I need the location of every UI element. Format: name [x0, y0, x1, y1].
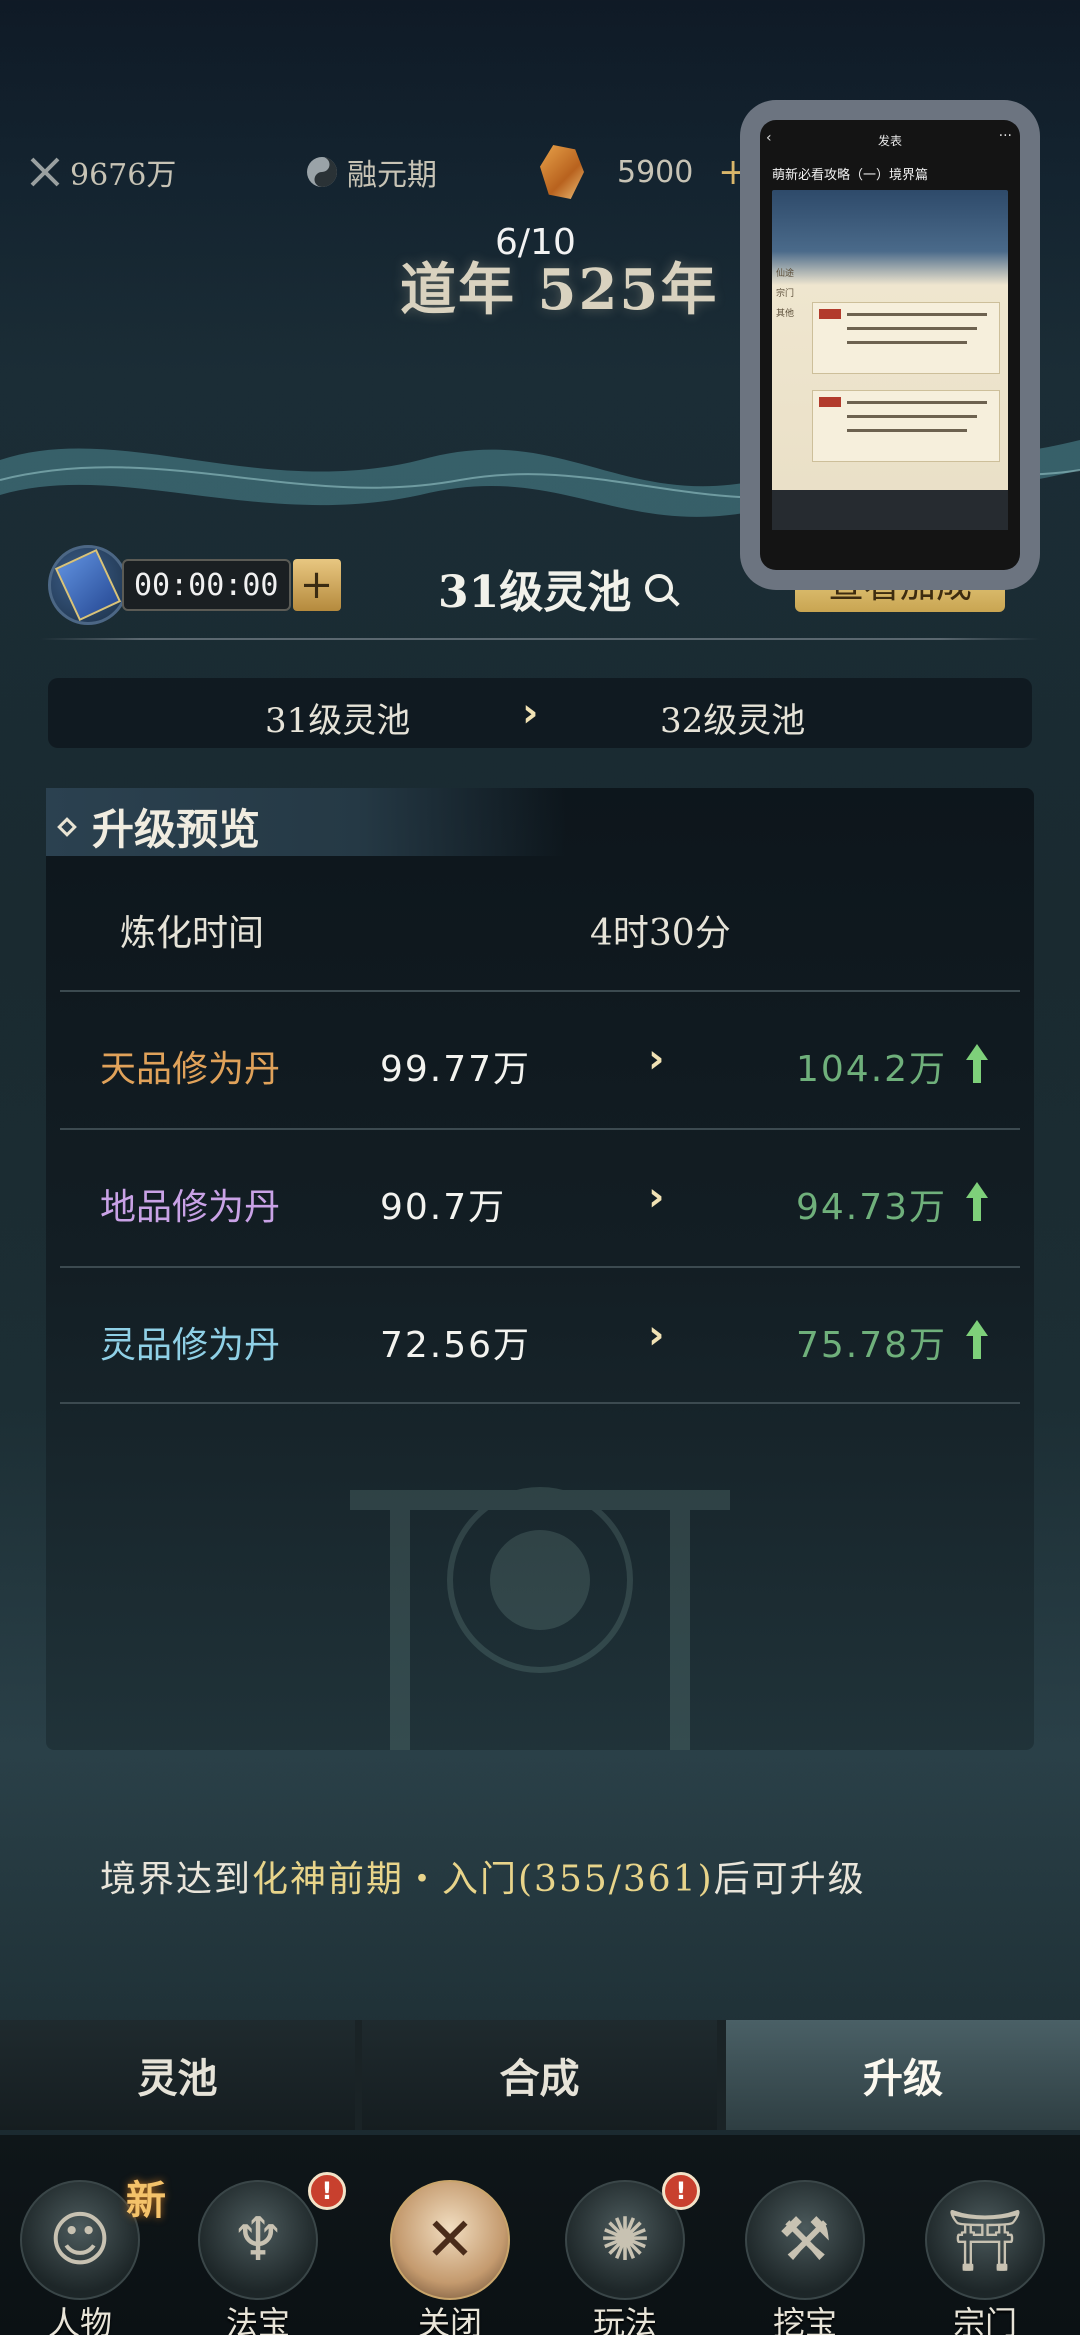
tab-upgrade[interactable]: 升级 [726, 2020, 1080, 2130]
nav-close[interactable]: ✕ 关闭 [375, 2180, 525, 2335]
add-time-button[interactable]: + [292, 559, 341, 611]
row-divider [60, 1266, 1020, 1268]
nav-label: 关闭 [417, 2304, 482, 2335]
nav-sect[interactable]: ⛩ 宗门 [910, 2180, 1060, 2335]
requirement-prefix: 境界达到 [100, 1859, 253, 1900]
message-card [812, 302, 1000, 374]
close-icon: ✕ [424, 2205, 476, 2275]
chevron-right-icon: › [648, 1174, 665, 1220]
refine-time-value: 4时30分 [590, 913, 731, 954]
next-level: 32级灵池 [660, 701, 806, 741]
nav-treasure[interactable]: ♆ 法宝 [183, 2180, 333, 2335]
side-item: 宗门 [776, 288, 795, 298]
panel-title: 升级预览 [57, 796, 261, 857]
alert-badge: ! [308, 2172, 346, 2210]
up-arrow-icon [966, 1044, 988, 1084]
tab-spirit-pool[interactable]: 灵池 [0, 2020, 355, 2130]
yin-yang-icon [305, 155, 339, 189]
requirement-suffix: 后可升级 [713, 1859, 866, 1900]
row-divider [60, 1402, 1020, 1404]
crystal-value: 5900 [617, 155, 694, 190]
search-icon[interactable] [645, 574, 674, 602]
nav-label: 宗门 [952, 2304, 1017, 2335]
requirement-target: 化神前期・入门(355/361) [252, 1859, 714, 1900]
side-item: 其他 [776, 308, 795, 318]
row-divider [60, 990, 1020, 992]
side-item: 仙途 [776, 268, 795, 278]
nav-dig-treasure[interactable]: ⚒ 挖宝 [730, 2180, 880, 2335]
panel-title-text: 升级预览 [92, 805, 261, 854]
up-arrow-icon [966, 1182, 988, 1222]
upgrade-requirement: 境界达到化神前期・入门(355/361)后可升级 [100, 1850, 866, 1902]
pill-next-value: 75.78万 [796, 1325, 948, 1366]
nav-label: 挖宝 [772, 2304, 837, 2335]
chevron-right-icon: › [522, 690, 539, 736]
pill-current-value: 99.77万 [380, 1049, 532, 1090]
chevron-right-icon: › [648, 1312, 665, 1358]
floating-app-preview[interactable]: 发表 ‹ ··· 萌新必看攻略（一）境界篇 仙途 宗门 其他 [740, 100, 1040, 590]
preview-header: 发表 [877, 133, 902, 148]
era-title: 道年 525年 [400, 257, 719, 323]
realm-value: 融元期 [347, 158, 437, 193]
pill-name: 灵品修为丹 [100, 1325, 281, 1366]
more-icon: ··· [998, 128, 1012, 144]
treasure-icon: ♆ [231, 2205, 285, 2275]
character-icon: ☺ [48, 2205, 112, 2275]
back-icon: ‹ [766, 130, 772, 146]
up-arrow-icon [966, 1320, 988, 1360]
tab-synthesis[interactable]: 合成 [362, 2020, 717, 2130]
alert-badge: ! [662, 2172, 700, 2210]
level-compare-bar [48, 678, 1032, 748]
mini-nav-bar [772, 490, 1008, 530]
preview-screen: 发表 ‹ ··· 萌新必看攻略（一）境界篇 仙途 宗门 其他 [760, 120, 1020, 570]
pool-title: 31级灵池 [438, 556, 674, 620]
power-resource: 9676万 [28, 150, 176, 194]
pill-current-value: 90.7万 [380, 1187, 507, 1228]
pill-next-value: 94.73万 [796, 1187, 948, 1228]
article-title: 萌新必看攻略（一）境界篇 [772, 167, 929, 182]
message-card [812, 390, 1000, 462]
shovel-icon: ⚒ [778, 2205, 832, 2275]
realm-resource: 融元期 [305, 150, 437, 194]
pill-current-value: 72.56万 [380, 1325, 532, 1366]
gate-crest-decoration [350, 1487, 730, 1750]
power-value: 9676万 [70, 158, 177, 193]
speedup-timer: 00:00:00 + [48, 545, 341, 625]
spirit-crystal-icon [540, 145, 584, 199]
crossed-swords-icon [28, 155, 62, 189]
pill-name: 天品修为丹 [100, 1049, 281, 1090]
refine-time-label: 炼化时间 [120, 913, 265, 954]
pool-title-text: 31级灵池 [438, 567, 632, 618]
timer-value: 00:00:00 [122, 559, 291, 611]
diamond-icon [57, 816, 77, 837]
row-divider [60, 1128, 1020, 1130]
chevron-right-icon: › [648, 1036, 665, 1082]
pagoda-icon: ⛩ [946, 2205, 1024, 2276]
pill-name: 地品修为丹 [100, 1187, 281, 1228]
divider [40, 638, 1040, 640]
current-level: 31级灵池 [265, 701, 411, 741]
nav-label: 法宝 [225, 2304, 290, 2335]
nav-label: 人物 [47, 2304, 112, 2335]
pill-next-value: 104.2万 [796, 1049, 948, 1090]
nav-label: 玩法 [592, 2304, 657, 2335]
article-screenshot: 仙途 宗门 其他 [772, 190, 1008, 530]
new-badge: 新 [126, 2177, 166, 2224]
scroll-icon[interactable] [48, 545, 128, 625]
